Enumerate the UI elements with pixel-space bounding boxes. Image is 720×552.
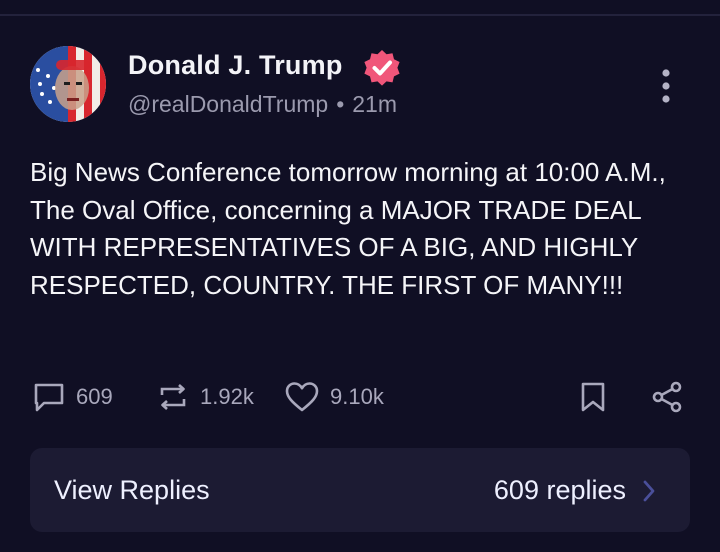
post-actions: 609 1.92k 9.10k xyxy=(0,372,720,422)
separator-dot: • xyxy=(336,91,345,117)
reply-count: 609 xyxy=(76,384,113,409)
heart-icon xyxy=(285,382,319,412)
comment-icon xyxy=(34,383,64,412)
repost-icon xyxy=(160,384,186,410)
repost-action[interactable]: 1.92k xyxy=(156,372,254,422)
author-name[interactable]: Donald J. Trump xyxy=(128,50,343,81)
more-vertical-icon[interactable] xyxy=(656,68,676,104)
verified-badge-icon xyxy=(364,50,400,86)
bookmark-action[interactable] xyxy=(578,372,608,422)
author-handle[interactable]: @realDonaldTrump xyxy=(128,91,328,117)
like-count: 9.10k xyxy=(330,384,384,409)
share-action[interactable] xyxy=(650,372,684,422)
post-time: 21m xyxy=(352,91,397,117)
author-handle-line: @realDonaldTrump • 21m xyxy=(128,91,397,118)
like-action[interactable]: 9.10k xyxy=(284,372,384,422)
top-divider xyxy=(0,14,720,16)
view-replies-button[interactable]: View Replies 609 replies xyxy=(30,448,690,532)
post-body: Big News Conference tomorrow morning at … xyxy=(30,157,666,300)
avatar-image xyxy=(30,46,106,122)
replies-count-label: 609 replies xyxy=(493,475,626,505)
avatar[interactable] xyxy=(30,46,106,122)
view-replies-label: View Replies xyxy=(54,475,210,505)
reply-action[interactable]: 609 xyxy=(32,372,113,422)
chevron-right-icon xyxy=(643,480,655,502)
repost-count: 1.92k xyxy=(200,384,254,409)
share-icon xyxy=(652,381,682,413)
bookmark-icon xyxy=(581,382,605,412)
